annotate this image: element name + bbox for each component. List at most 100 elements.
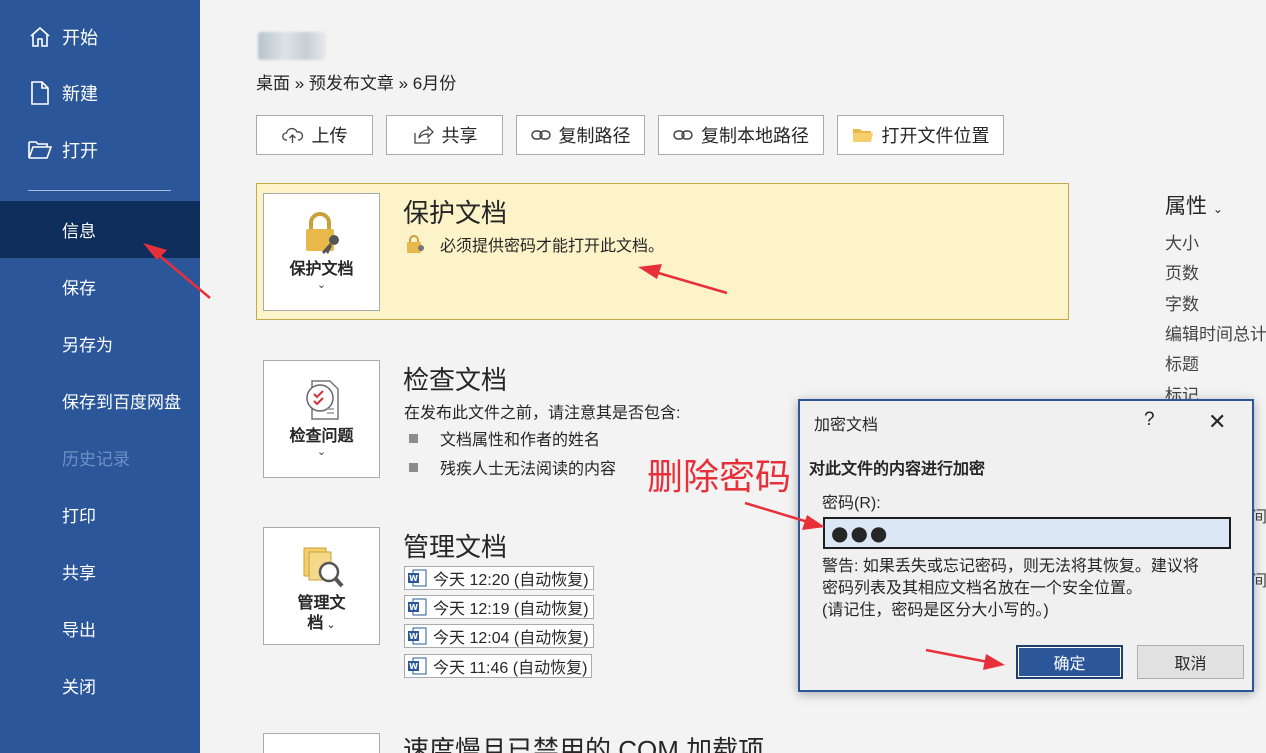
dialog-title: 加密文档 bbox=[814, 417, 879, 434]
copy-local-path-button[interactable]: 复制本地路径 bbox=[658, 115, 824, 155]
close-button[interactable]: ✕ bbox=[1208, 409, 1226, 435]
word-document-icon: W bbox=[408, 627, 427, 645]
cloud-upload-icon bbox=[281, 126, 304, 144]
cancel-button[interactable]: 取消 bbox=[1137, 645, 1244, 679]
sidebar-divider bbox=[28, 190, 171, 191]
chevron-down-icon: ⌄ bbox=[323, 619, 336, 631]
encrypt-document-dialog: 加密文档 ? ✕ 对此文件的内容进行加密 密码(R): ●●● 警告: 如果丢失… bbox=[798, 399, 1254, 692]
chevron-down-icon: ⌄ bbox=[1212, 202, 1223, 216]
bullet-text: 残疾人士无法阅读的内容 bbox=[440, 461, 617, 478]
sidebar-item-label: 保存到百度网盘 bbox=[62, 393, 181, 412]
help-button[interactable]: ? bbox=[1144, 409, 1155, 431]
protect-section-title: 保护文档 bbox=[403, 198, 508, 228]
sidebar-item-close[interactable]: 关闭 bbox=[0, 657, 200, 714]
warning-line: 密码列表及其相应文档名放在一个安全位置。 bbox=[822, 580, 1143, 597]
copy-path-button[interactable]: 复制路径 bbox=[516, 115, 645, 155]
share-label: 共享 bbox=[441, 126, 478, 146]
small-lock-icon bbox=[404, 233, 426, 255]
manage-document-label: 管理文 档 ⌄ bbox=[297, 594, 345, 635]
bullet-icon bbox=[409, 433, 418, 443]
home-icon bbox=[27, 24, 53, 50]
svg-text:W: W bbox=[409, 632, 418, 641]
ok-button[interactable]: 确定 bbox=[1016, 645, 1123, 679]
version-item[interactable]: W 今天 12:19 (自动恢复) bbox=[404, 595, 594, 619]
share-button[interactable]: 共享 bbox=[386, 115, 503, 155]
sidebar-item-share[interactable]: 共享 bbox=[0, 543, 200, 600]
word-document-icon: W bbox=[408, 657, 427, 675]
bullet-icon bbox=[409, 462, 418, 472]
link-icon bbox=[530, 128, 551, 142]
sidebar-item-label: 关闭 bbox=[62, 678, 96, 697]
version-item[interactable]: W 今天 12:04 (自动恢复) bbox=[404, 624, 594, 648]
sidebar-item-new[interactable]: 新建 bbox=[0, 68, 200, 118]
sidebar-item-export[interactable]: 导出 bbox=[0, 600, 200, 657]
version-label: 今天 12:20 (自动恢复) bbox=[433, 572, 589, 589]
warning-line: (请记住，密码是区分大小写的。) bbox=[822, 602, 1049, 619]
sidebar-item-label: 打印 bbox=[62, 507, 96, 526]
sidebar-item-history: 历史记录 bbox=[0, 429, 200, 486]
sidebar-item-save-as[interactable]: 另存为 bbox=[0, 315, 200, 372]
version-label: 今天 12:19 (自动恢复) bbox=[433, 601, 589, 618]
password-label: 密码(R): bbox=[822, 495, 881, 512]
dialog-warning: 警告: 如果丢失或忘记密码，则无法将其恢复。建议将 密码列表及其相应文档名放在一… bbox=[822, 556, 1237, 622]
share-icon bbox=[412, 125, 434, 145]
breadcrumb: 桌面 » 预发布文章 » 6月份 bbox=[256, 74, 457, 93]
warning-line: 警告: 如果丢失或忘记密码，则无法将其恢复。建议将 bbox=[822, 558, 1199, 575]
properties-title: 属性 bbox=[1165, 195, 1207, 218]
sidebar-item-open[interactable]: 打开 bbox=[0, 125, 200, 175]
protect-document-button-label: 保护文档 bbox=[289, 261, 354, 278]
link-icon bbox=[673, 128, 693, 142]
sidebar-item-info[interactable]: 信息 bbox=[0, 201, 200, 258]
property-label: 编辑时间总计 bbox=[1165, 325, 1266, 344]
sidebar-item-label: 信息 bbox=[62, 222, 96, 241]
word-document-icon: W bbox=[408, 569, 427, 587]
manage-section-title: 管理文档 bbox=[403, 532, 508, 562]
word-document-icon: W bbox=[408, 598, 427, 616]
sidebar-item-label: 保存 bbox=[62, 279, 96, 298]
open-file-location-label: 打开文件位置 bbox=[881, 126, 990, 146]
check-for-issues-button[interactable]: 检查问题 ⌄ bbox=[263, 360, 380, 478]
protect-message: 必须提供密码才能打开此文档。 bbox=[440, 238, 665, 255]
chevron-down-icon: ⌄ bbox=[316, 279, 327, 291]
document-title-redacted bbox=[258, 32, 326, 60]
inspect-section-title: 检查文档 bbox=[403, 365, 508, 395]
properties-dropdown[interactable]: 属性 ⌄ bbox=[1165, 190, 1223, 220]
open-file-location-button[interactable]: 打开文件位置 bbox=[837, 115, 1004, 155]
lock-key-icon bbox=[300, 206, 344, 260]
svg-text:W: W bbox=[409, 574, 418, 583]
sidebar-item-save-to-baidu[interactable]: 保存到百度网盘 bbox=[0, 372, 200, 429]
manage-document-button[interactable]: 管理文 档 ⌄ bbox=[263, 527, 380, 645]
copy-path-label: 复制路径 bbox=[558, 126, 631, 146]
sidebar-item-print[interactable]: 打印 bbox=[0, 486, 200, 543]
com-addins-button[interactable] bbox=[263, 733, 380, 753]
inspect-intro: 在发布此文件之前，请注意其是否包含: bbox=[404, 405, 681, 422]
version-item[interactable]: W 今天 12:20 (自动恢复) bbox=[404, 566, 594, 590]
check-for-issues-label: 检查问题 bbox=[289, 428, 354, 445]
annotation-text: 删除密码 bbox=[647, 457, 792, 498]
svg-text:W: W bbox=[409, 603, 418, 612]
protect-message-row: 必须提供密码才能打开此文档。 bbox=[404, 232, 664, 256]
sidebar-item-label: 导出 bbox=[62, 621, 96, 640]
sidebar-item-save[interactable]: 保存 bbox=[0, 258, 200, 315]
chevron-down-icon: ⌄ bbox=[316, 446, 327, 458]
protect-document-button[interactable]: 保护文档 ⌄ bbox=[263, 193, 380, 311]
sidebar-item-label: 打开 bbox=[62, 141, 98, 161]
dialog-heading: 对此文件的内容进行加密 bbox=[809, 461, 986, 478]
upload-button[interactable]: 上传 bbox=[256, 115, 373, 155]
new-document-icon bbox=[27, 80, 53, 106]
bullet-text: 文档属性和作者的姓名 bbox=[440, 432, 601, 449]
sidebar-item-home[interactable]: 开始 bbox=[0, 12, 200, 62]
version-label: 今天 12:04 (自动恢复) bbox=[433, 630, 589, 647]
list-item: 文档属性和作者的姓名 bbox=[409, 426, 600, 450]
manage-document-label-line1: 管理文 bbox=[297, 595, 346, 612]
sidebar-item-label: 新建 bbox=[62, 84, 98, 104]
manage-documents-icon bbox=[298, 540, 346, 594]
inspect-document-icon bbox=[300, 373, 344, 427]
sidebar-item-label: 另存为 bbox=[62, 336, 113, 355]
property-label: 字数 bbox=[1165, 295, 1199, 314]
password-field[interactable]: ●●● bbox=[823, 517, 1231, 549]
com-addins-section-title: 速度慢且已禁用的 COM 加载项 bbox=[403, 735, 765, 753]
sidebar-item-label: 共享 bbox=[62, 564, 96, 583]
upload-label: 上传 bbox=[311, 126, 348, 146]
version-item[interactable]: W 今天 11:46 (自动恢复) bbox=[404, 654, 593, 678]
